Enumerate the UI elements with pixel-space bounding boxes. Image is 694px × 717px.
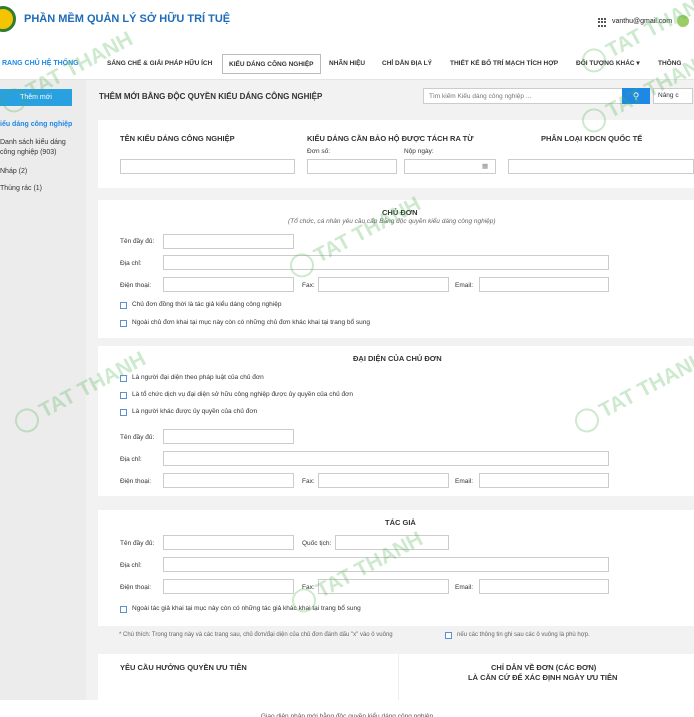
representative-card: ĐẠI DIỆN CỦA CHỦ ĐƠN Là người đại diện t… [98,346,694,496]
author-full-name-label: Tên đầy đủ: [120,540,155,547]
sidebar-item-drafts[interactable]: Nháp (2) [0,167,27,177]
page-title: THÊM MỚI BẰNG ĐỘC QUYỀN KIỂU DÁNG CÔNG N… [99,92,323,101]
search-input[interactable] [423,88,623,104]
sidebar-item-list[interactable]: Danh sách kiểu dáng công nghiệp (903) [0,138,66,158]
basis-title-line2: LÀ CĂN CỨ ĐỂ XÁC ĐỊNH NGÀY ƯU TIÊN [468,673,618,682]
design-name-input[interactable] [120,159,295,174]
design-info-card: TÊN KIỂU DÁNG CÔNG NGHIỆP KIỂU DÁNG CẦN … [98,120,694,188]
application-number-input[interactable] [307,159,397,174]
author-title: TÁC GIẢ [385,518,416,527]
author-phone-label: Điện thoại: [120,584,152,591]
user-email[interactable]: vanthu@gmail.com [612,18,672,25]
separate-from-header: KIỂU DÁNG CẦN BẢO HỘ ĐƯỢC TÁCH RA TỪ [307,134,474,143]
note-text-continued: nếu các thông tin ghi sau các ô vuông là… [457,632,590,638]
author-full-name-input[interactable] [163,535,294,550]
author-nationality-label: Quốc tịch: [302,540,332,547]
priority-title: YÊU CẦU HƯỞNG QUYỀN ƯU TIÊN [120,663,247,672]
sidebar-item-trash[interactable]: Thùng rác (1) [0,184,42,194]
owner-address-input[interactable] [163,255,609,270]
author-fax-input[interactable] [318,579,449,594]
other-authorized-label: Là người khác được ủy quyền của chủ đơn [132,408,258,415]
owner-phone-input[interactable] [163,277,294,292]
tab-system-home[interactable]: RANG CHỦ HỆ THỐNG [2,60,79,67]
author-fax-label: Fax: [302,584,315,591]
author-email-label: Email: [455,584,474,591]
tab-other-objects[interactable]: ĐỐI TƯỢNG KHÁC ▾ [570,54,646,74]
advanced-search-button[interactable]: Nâng c [653,88,693,104]
other-authors-checkbox[interactable] [120,606,127,613]
calendar-icon[interactable]: ▦ [482,162,488,170]
owner-card: CHỦ ĐƠN (Tổ chức, cá nhân yêu cầu cấp Bằ… [98,200,694,338]
tab-trademark[interactable]: NHÃN HIỆU [323,54,371,74]
top-navigation: RANG CHỦ HỆ THỐNG SÁNG CHẾ & GIẢI PHÁP H… [0,46,694,80]
basis-title-line1: CHỈ DẪN VỀ ĐƠN (CÁC ĐƠN) [491,663,597,672]
other-owners-label: Ngoài chủ đơn khai tại mục này còn có nh… [132,319,370,326]
figure-caption: Giao diện nhập mới bằng độc quyền kiểu d… [0,700,694,717]
note-checkbox-icon [445,632,452,639]
other-owners-checkbox[interactable] [120,320,127,327]
rep-full-name-label: Tên đầy đủ: [120,434,155,441]
rep-fax-label: Fax: [302,478,315,485]
note-text: * Chú thích: Trong trang này và các tran… [119,632,393,638]
rep-full-name-input[interactable] [163,429,294,444]
tab-patents[interactable]: SÁNG CHẾ & GIẢI PHÁP HỮU ÍCH [101,54,218,74]
owner-full-name-input[interactable] [163,234,294,249]
avatar[interactable] [677,15,689,27]
classification-header: PHÂN LOẠI KDCN QUỐC TẾ [541,134,643,143]
add-new-button[interactable]: Thêm mới [0,89,72,106]
application-number-label: Đơn số: [307,148,331,155]
rep-email-label: Email: [455,478,474,485]
rep-phone-input[interactable] [163,473,294,488]
tab-circuit-layout[interactable]: THIẾT KẾ BỐ TRÍ MẠCH TÍCH HỢP [444,54,564,74]
rep-address-input[interactable] [163,451,609,466]
owner-phone-label: Điện thoại: [120,282,152,289]
legal-representative-checkbox[interactable] [120,375,127,382]
author-email-input[interactable] [479,579,609,594]
owner-address-label: Địa chỉ: [120,260,142,267]
app-window: PHẦN MỀM QUẢN LÝ SỞ HỮU TRÍ TUỆ vanthu@g… [0,0,694,717]
representative-title: ĐẠI DIỆN CỦA CHỦ ĐƠN [353,354,442,363]
app-logo [0,6,16,32]
ip-agency-checkbox[interactable] [120,392,127,399]
author-card: TÁC GIẢ Tên đầy đủ: Quốc tịch: Địa chỉ: … [98,510,694,626]
owner-is-author-label: Chủ đơn đồng thời là tác giả kiểu dáng c… [132,301,282,308]
rep-fax-input[interactable] [318,473,449,488]
classification-input[interactable] [508,159,694,174]
owner-title: CHỦ ĐƠN [382,208,418,217]
author-phone-input[interactable] [163,579,294,594]
design-name-header: TÊN KIỂU DÁNG CÔNG NGHIỆP [120,134,235,143]
author-address-input[interactable] [163,557,609,572]
ip-agency-label: Là tổ chức dịch vụ đại diện sở hữu công … [132,391,353,398]
other-authors-label: Ngoài tác giả khai tại mục này còn có nh… [132,605,361,612]
owner-fax-label: Fax: [302,282,315,289]
owner-fax-input[interactable] [318,277,449,292]
tab-geographical-indication[interactable]: CHỈ DẪN ĐỊA LÝ [376,54,438,74]
apps-grid-icon[interactable] [598,18,607,27]
main-content: THÊM MỚI BẰNG ĐỘC QUYỀN KIỂU DÁNG CÔNG N… [86,80,694,717]
sidebar-group-title: iểu dáng công nghiệp [0,121,73,128]
owner-email-label: Email: [455,282,474,289]
owner-subtitle: (Tổ chức, cá nhân yêu cầu cấp Bằng độc q… [288,218,496,225]
owner-full-name-label: Tên đầy đủ: [120,238,155,245]
owner-email-input[interactable] [479,277,609,292]
filing-date-label: Nộp ngày: [404,148,434,155]
app-title: PHẦN MỀM QUẢN LÝ SỞ HỮU TRÍ TUỆ [24,13,231,25]
other-authorized-checkbox[interactable] [120,409,127,416]
owner-is-author-checkbox[interactable] [120,302,127,309]
rep-email-input[interactable] [479,473,609,488]
rep-phone-label: Điện thoại: [120,478,152,485]
legal-representative-label: Là người đại diện theo pháp luật của chủ… [132,374,264,381]
tab-industrial-design[interactable]: KIỂU DÁNG CÔNG NGHIỆP [222,54,321,74]
tab-info[interactable]: THÔNG [652,54,687,74]
rep-address-label: Địa chỉ: [120,456,142,463]
sidebar: Thêm mới iểu dáng công nghiệp Danh sách … [0,80,86,717]
author-address-label: Địa chỉ: [120,562,142,569]
author-nationality-input[interactable] [335,535,449,550]
search-button[interactable]: ⚲ [622,88,650,104]
app-header: PHẦN MỀM QUẢN LÝ SỞ HỮU TRÍ TUỆ vanthu@g… [0,0,694,46]
search-icon: ⚲ [632,91,640,101]
